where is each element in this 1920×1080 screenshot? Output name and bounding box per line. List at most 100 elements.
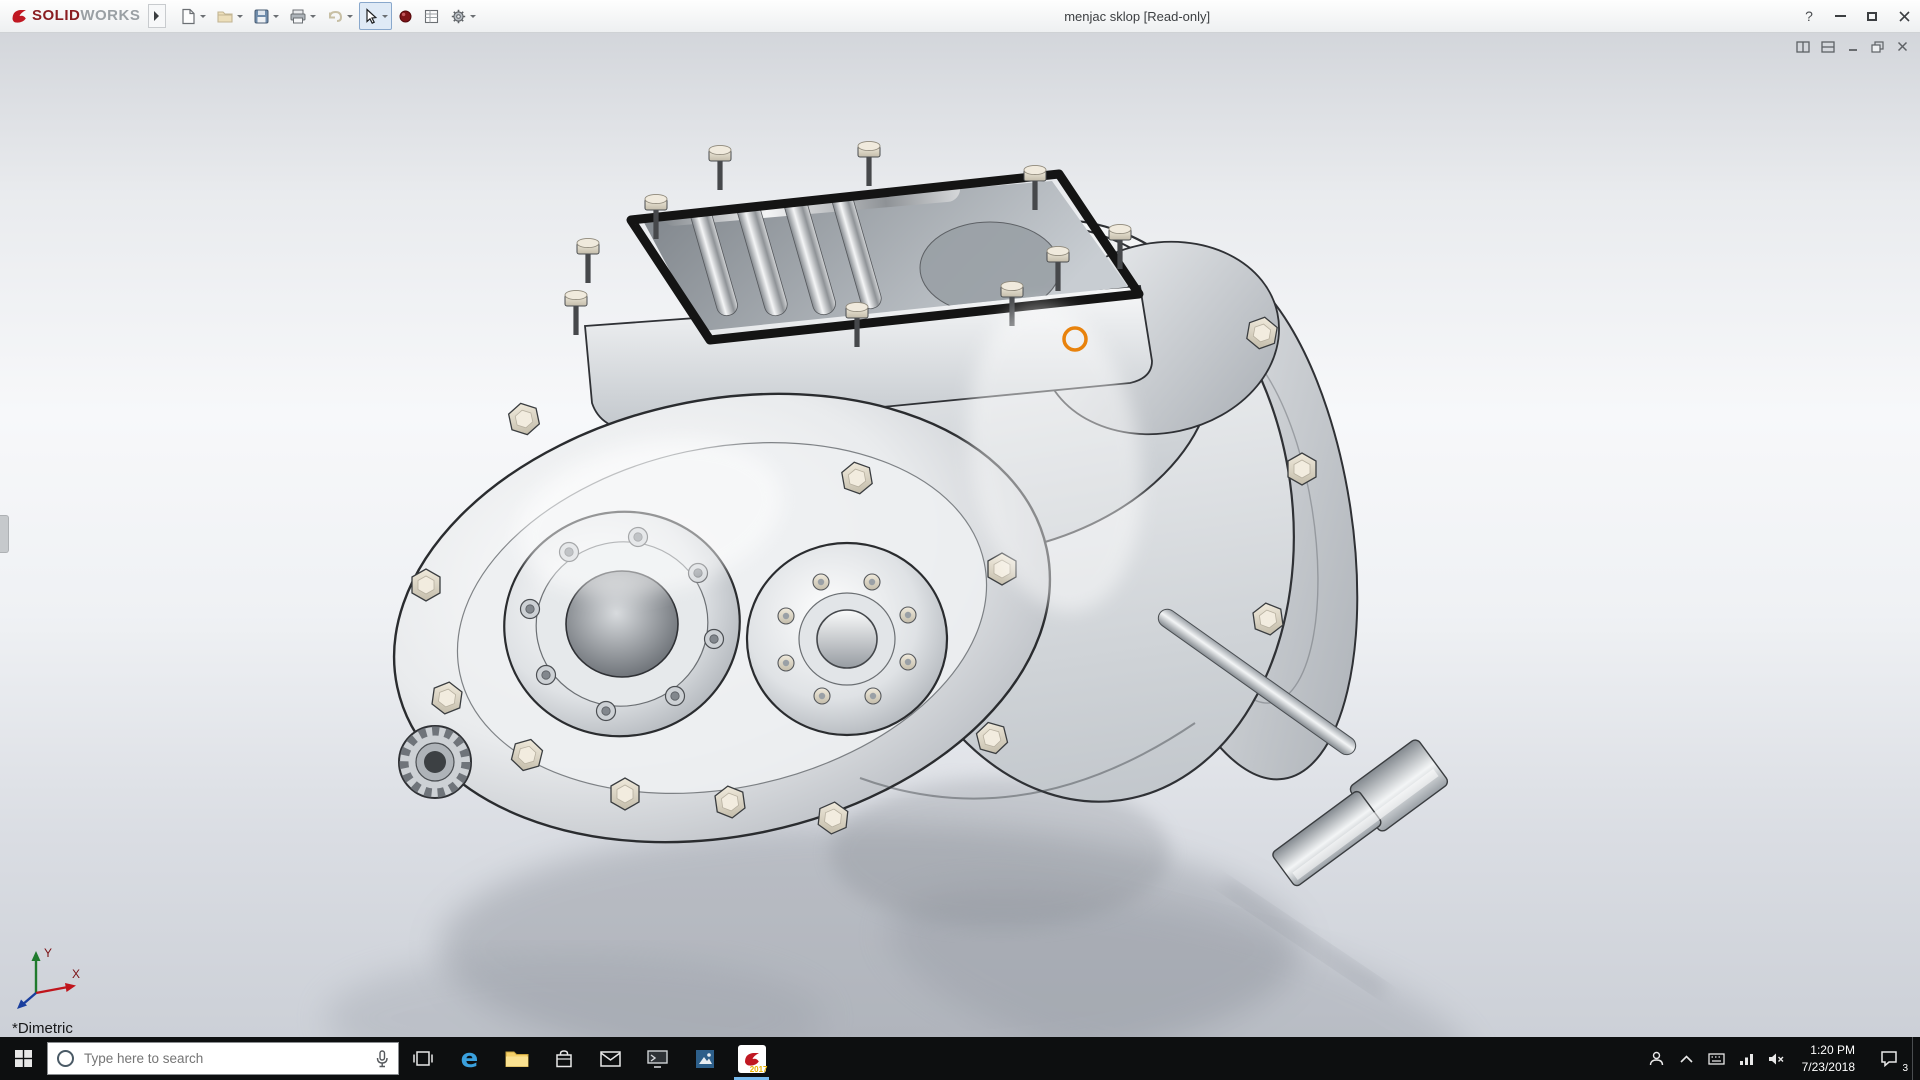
chevron-down-icon [470,15,476,21]
photos-app-button[interactable] [681,1037,728,1080]
save-button[interactable] [249,2,283,30]
close-icon [1899,11,1910,22]
solidworks-brand: SOLIDWORKS [0,7,148,25]
split-pane-icon [1796,41,1810,53]
photos-icon [695,1049,715,1069]
chevron-up-icon [1680,1055,1693,1063]
document-window-controls [1793,38,1912,55]
minimize-icon [1835,15,1846,17]
minimize-button[interactable] [1824,0,1856,32]
search-input[interactable] [82,1050,367,1067]
task-view-button[interactable] [399,1037,446,1080]
document-title: menjac sklop [Read-only] [480,9,1794,24]
cortana-icon [57,1050,74,1067]
folder-icon [505,1049,529,1068]
pane-button[interactable] [1818,38,1837,55]
task-view-icon [413,1050,433,1067]
start-button[interactable] [0,1037,47,1080]
action-center-button[interactable]: 3 [1865,1037,1912,1080]
notification-count-badge: 3 [1902,1063,1908,1074]
panel-collapse-tab[interactable] [0,515,9,553]
network-button[interactable] [1732,1037,1762,1080]
people-button[interactable] [1642,1037,1672,1080]
tray-overflow-button[interactable] [1672,1037,1702,1080]
floppy-icon [253,8,270,25]
open-button[interactable] [212,2,247,30]
chevron-down-icon [200,15,206,21]
triad-y-label: Y [44,946,52,960]
close-button[interactable] [1888,0,1920,32]
store-bag-icon [554,1049,574,1069]
volume-button[interactable] [1762,1037,1792,1080]
system-tray: 1:20 PM 7/23/2018 3 [1642,1037,1920,1080]
appearance-button[interactable] [394,2,417,30]
chevron-down-icon [273,15,279,21]
monitor-app-button[interactable] [634,1037,681,1080]
view-orientation-label: *Dimetric [12,1020,73,1037]
solidworks-app: SOLIDWORKS [0,0,1920,1080]
options-button[interactable] [446,2,480,30]
dassault-logo-icon [10,7,28,25]
windows-logo-icon [15,1050,32,1067]
edge-icon: e [461,1044,479,1074]
sheet-icon [423,8,440,25]
solidworks-taskbar-button[interactable]: 2017 [728,1037,775,1080]
network-icon [1739,1052,1754,1065]
taskbar-clock[interactable]: 1:20 PM 7/23/2018 [1792,1037,1865,1080]
split-pane-button[interactable] [1793,38,1812,55]
page-icon [180,8,197,25]
new-document-button[interactable] [176,2,210,30]
solidworks-app-icon: 2017 [738,1045,766,1073]
taskbar-search[interactable] [47,1042,399,1075]
envelope-icon [600,1051,621,1067]
people-icon [1649,1051,1664,1066]
clock-time: 1:20 PM [1810,1042,1855,1058]
doc-minimize-button[interactable] [1843,38,1862,55]
maximize-button[interactable] [1856,0,1888,32]
cursor-icon [363,8,379,25]
restore-icon [1871,41,1884,53]
clock-date: 7/23/2018 [1802,1059,1855,1075]
microphone-icon[interactable] [375,1050,389,1068]
solidworks-year-badge: 2017 [750,1065,768,1074]
undo-arrow-icon [326,8,344,25]
store-button[interactable] [540,1037,587,1080]
brand-text: SOLIDWORKS [32,7,140,25]
volume-mute-icon [1768,1052,1785,1066]
doc-restore-button[interactable] [1868,38,1887,55]
file-explorer-button[interactable] [493,1037,540,1080]
monitor-icon [647,1050,668,1068]
print-button[interactable] [285,2,320,30]
select-tool-button[interactable] [359,2,392,30]
windows-taskbar: e [0,1037,1920,1080]
orientation-triad: Y X [14,943,86,1015]
maximize-icon [1867,12,1877,21]
chevron-down-icon [237,15,243,21]
sheet-button[interactable] [419,2,444,30]
chevron-right-icon [154,11,164,21]
notification-bubble-icon [1880,1050,1898,1067]
chevron-down-icon [382,15,388,21]
chevron-down-icon [310,15,316,21]
undo-button[interactable] [322,2,357,30]
mail-button[interactable] [587,1037,634,1080]
menu-flyout-button[interactable] [148,4,166,28]
horizontal-pane-icon [1821,41,1835,53]
main-toolbar [176,2,480,30]
doc-close-button[interactable] [1893,38,1912,55]
folder-icon [216,8,234,25]
titlebar: SOLIDWORKS [0,0,1920,33]
graphics-viewport: Y X *Dimetric [0,33,1920,1037]
keyboard-icon [1708,1053,1725,1065]
close-icon [1897,41,1908,52]
red-sphere-icon [398,9,413,24]
titlebar-controls: ? [1794,0,1920,32]
help-button[interactable]: ? [1794,8,1824,24]
triad-x-label: X [72,967,80,981]
touch-keyboard-button[interactable] [1702,1037,1732,1080]
chevron-down-icon [347,15,353,21]
gear-icon [450,8,467,25]
show-desktop-button[interactable] [1912,1037,1920,1080]
gearbox-model[interactable] [0,33,1920,1037]
edge-button[interactable]: e [446,1037,493,1080]
